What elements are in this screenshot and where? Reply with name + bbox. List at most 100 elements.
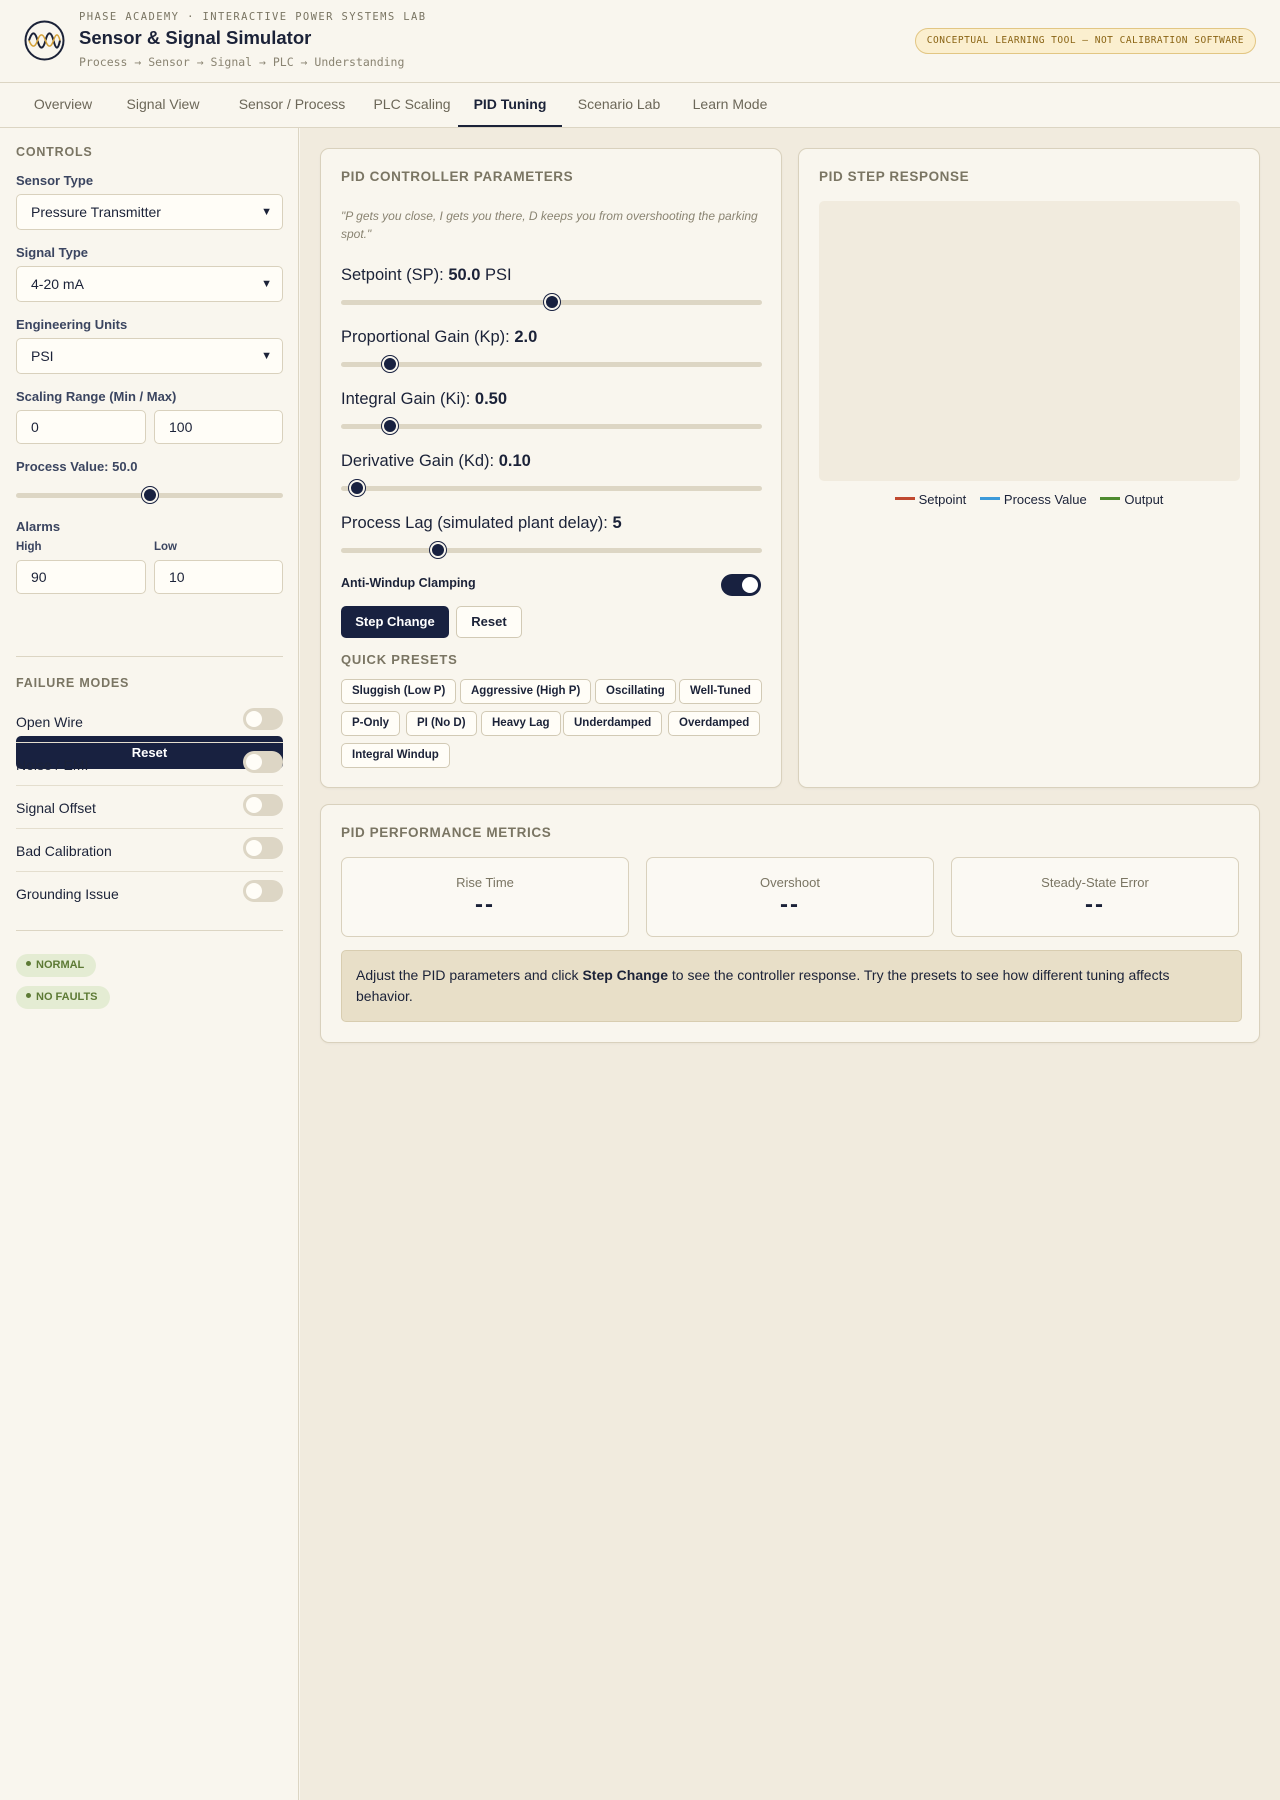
toggle-knob xyxy=(246,711,262,727)
divider xyxy=(16,656,283,657)
sine-wave-logo-icon xyxy=(24,20,65,61)
pid-reset-button[interactable]: Reset xyxy=(456,606,522,638)
alarm-high-label: High xyxy=(16,541,42,553)
preset-well-tuned[interactable]: Well-Tuned xyxy=(679,679,762,704)
ki-caption: Integral Gain (Ki): xyxy=(341,390,471,408)
setpoint-unit: PSI xyxy=(485,266,512,284)
legend-item-output: Output xyxy=(1100,492,1163,507)
signal-offset-toggle[interactable] xyxy=(243,794,283,816)
metric-rise-time: Rise Time -- xyxy=(341,857,629,937)
status-text: NORMAL xyxy=(36,959,85,971)
tab-overview[interactable]: Overview xyxy=(18,83,108,127)
step-response-plot xyxy=(819,201,1240,481)
alarm-low-input[interactable]: 10 xyxy=(154,560,283,594)
tab-signal-view[interactable]: Signal View xyxy=(110,83,216,127)
metric-label: Rise Time xyxy=(456,875,514,890)
scaling-min-input[interactable]: 0 xyxy=(16,410,146,444)
preset-underdamped[interactable]: Underdamped xyxy=(563,711,663,736)
toggle-knob xyxy=(246,797,262,813)
status-badge-faults: NO FAULTS xyxy=(16,986,110,1009)
toggle-knob xyxy=(742,577,758,593)
metric-value: -- xyxy=(1085,891,1105,918)
kd-slider[interactable] xyxy=(341,480,762,496)
tab-plc-scaling[interactable]: PLC Scaling xyxy=(360,83,464,127)
legend-swatch xyxy=(979,497,1000,500)
slider-thumb[interactable] xyxy=(430,542,447,558)
kp-caption: Proportional Gain (Kp): xyxy=(341,328,510,346)
tab-bar: Overview Signal View Sensor / Process PL… xyxy=(0,83,1280,128)
sensor-type-value: Pressure Transmitter xyxy=(31,204,161,220)
chevron-down-icon: ▼ xyxy=(261,350,272,362)
tab-sensor-process[interactable]: Sensor / Process xyxy=(220,83,364,127)
chart-legend: Setpoint Process Value Output xyxy=(799,492,1259,507)
metrics-title: PID PERFORMANCE METRICS xyxy=(341,825,552,840)
toggle-knob xyxy=(246,883,262,899)
grounding-issue-toggle[interactable] xyxy=(243,880,283,902)
controls-heading: CONTROLS xyxy=(16,145,93,159)
setpoint-caption: Setpoint (SP): xyxy=(341,266,444,284)
ki-slider[interactable] xyxy=(341,418,762,434)
alarm-low-label: Low xyxy=(154,541,177,553)
slider-track xyxy=(341,548,762,553)
breadcrumb: Process → Sensor → Signal → PLC → Unders… xyxy=(79,55,405,69)
noise-emi-toggle[interactable] xyxy=(243,751,283,773)
preset-sluggish[interactable]: Sluggish (Low P) xyxy=(341,679,457,704)
metric-overshoot: Overshoot -- xyxy=(646,857,934,937)
slider-thumb[interactable] xyxy=(381,356,398,372)
units-select[interactable]: PSI ▼ xyxy=(16,338,283,374)
preset-aggressive[interactable]: Aggressive (High P) xyxy=(460,679,592,704)
legend-label: Output xyxy=(1124,492,1164,507)
alarm-high-input[interactable]: 90 xyxy=(16,560,146,594)
anti-windup-toggle[interactable] xyxy=(721,574,761,596)
setpoint-slider[interactable] xyxy=(341,294,762,310)
status-dot-icon xyxy=(26,961,31,966)
failure-mode-label: Noise / EMI xyxy=(16,757,89,773)
sensor-type-select[interactable]: Pressure Transmitter ▼ xyxy=(16,194,283,230)
preset-oscillating[interactable]: Oscillating xyxy=(595,679,676,704)
legend-swatch xyxy=(1100,497,1121,500)
preset-p-only[interactable]: P-Only xyxy=(341,711,401,736)
tab-learn-mode[interactable]: Learn Mode xyxy=(680,83,780,127)
slider-track xyxy=(341,486,762,491)
disclaimer-badge: CONCEPTUAL LEARNING TOOL — NOT CALIBRATI… xyxy=(914,28,1256,54)
preset-overdamped[interactable]: Overdamped xyxy=(668,711,761,736)
toggle-knob xyxy=(246,754,262,770)
scaling-max-input[interactable]: 100 xyxy=(154,410,283,444)
step-change-button[interactable]: Step Change xyxy=(341,606,449,638)
legend-item-setpoint: Setpoint xyxy=(894,492,966,507)
tab-scenario-lab[interactable]: Scenario Lab xyxy=(565,83,673,127)
preset-pi-no-d[interactable]: PI (No D) xyxy=(406,711,477,736)
metric-value: -- xyxy=(780,891,800,918)
app-kicker: PHASE ACADEMY · INTERACTIVE POWER SYSTEM… xyxy=(79,11,427,23)
failure-mode-grounding: Grounding Issue xyxy=(16,872,283,915)
ki-label: Integral Gain (Ki): 0.50 xyxy=(341,390,507,409)
info-emphasis: Step Change xyxy=(582,967,669,983)
preset-integral-windup[interactable]: Integral Windup xyxy=(341,743,450,768)
preset-heavy-lag[interactable]: Heavy Lag xyxy=(481,711,561,736)
open-wire-toggle[interactable] xyxy=(243,708,283,730)
failure-mode-label: Grounding Issue xyxy=(16,886,119,902)
slider-thumb[interactable] xyxy=(349,480,366,496)
tab-pid-tuning[interactable]: PID Tuning xyxy=(458,83,562,127)
slider-track xyxy=(341,362,762,367)
slider-thumb[interactable] xyxy=(381,418,398,434)
signal-type-select[interactable]: 4-20 mA ▼ xyxy=(16,266,283,302)
ki-value: 0.50 xyxy=(474,390,508,408)
slider-track xyxy=(341,424,762,429)
metric-label: Overshoot xyxy=(760,875,820,890)
failure-mode-noise: Noise / EMI xyxy=(16,743,283,786)
failure-modes-heading: FAILURE MODES xyxy=(16,676,130,690)
kp-slider[interactable] xyxy=(341,356,762,372)
slider-thumb[interactable] xyxy=(543,294,560,310)
process-value-slider[interactable] xyxy=(16,487,283,503)
process-lag-slider[interactable] xyxy=(341,542,762,558)
legend-label: Process Value xyxy=(1003,492,1087,507)
slider-thumb[interactable] xyxy=(141,487,158,503)
units-label: Engineering Units xyxy=(16,317,128,332)
scaling-range-label: Scaling Range (Min / Max) xyxy=(16,389,177,404)
chevron-down-icon: ▼ xyxy=(261,206,272,218)
failure-mode-open-wire: Open Wire xyxy=(16,700,283,743)
kd-label: Derivative Gain (Kd): 0.10 xyxy=(341,452,531,471)
divider xyxy=(16,930,283,931)
bad-calibration-toggle[interactable] xyxy=(243,837,283,859)
